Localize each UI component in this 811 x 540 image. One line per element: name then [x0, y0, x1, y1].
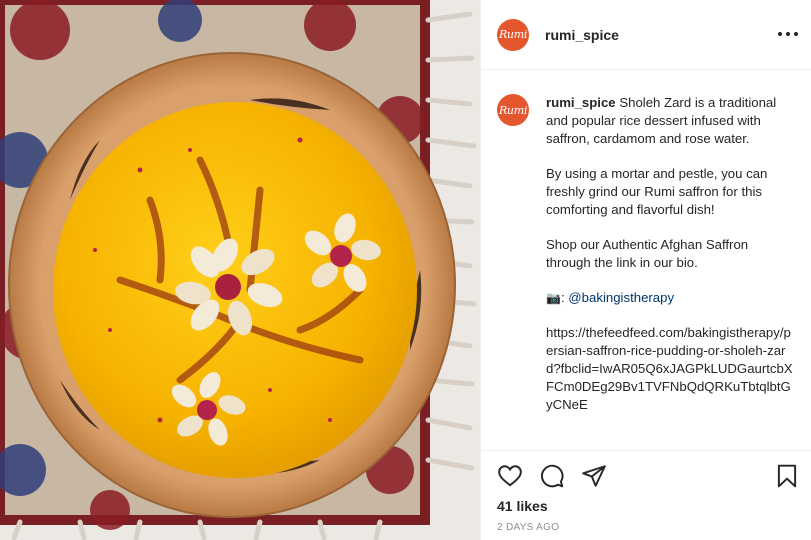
- photo-illustration: [0, 0, 480, 540]
- action-row: [497, 463, 607, 489]
- camera-icon: 📷: [546, 291, 561, 305]
- comment-icon[interactable]: [539, 463, 565, 489]
- post-side-panel: Rumi rumi_spice Rumi rumi_spice Sholeh Z…: [480, 0, 811, 540]
- heart-icon[interactable]: [497, 463, 523, 489]
- caption-area: Rumi rumi_spice Sholeh Zard is a traditi…: [481, 70, 811, 450]
- credit-colon: :: [560, 290, 565, 305]
- paper-plane-icon[interactable]: [581, 463, 607, 489]
- post-timestamp[interactable]: 2 DAYS AGO: [497, 522, 559, 533]
- credit-mention-link[interactable]: @bakingistherapy: [568, 290, 674, 305]
- caption-paragraph-3: Shop our Authentic Afghan Saffron throug…: [546, 237, 749, 270]
- header-username[interactable]: rumi_spice: [545, 27, 619, 43]
- caption-url: https://thefeedfeed.com/bakingistherapy/…: [546, 325, 793, 412]
- caption-avatar[interactable]: Rumi: [497, 94, 529, 126]
- avatar[interactable]: Rumi: [497, 18, 529, 51]
- likes-count[interactable]: 41 likes: [497, 498, 548, 514]
- caption-text: rumi_spice Sholeh Zard is a traditional …: [546, 94, 796, 414]
- post-photo[interactable]: [0, 0, 480, 540]
- caption-paragraph-2: By using a mortar and pestle, you can fr…: [546, 166, 768, 217]
- caption-row: Rumi rumi_spice Sholeh Zard is a traditi…: [497, 94, 796, 414]
- photo-credit: 📷: @bakingistherapy: [546, 289, 796, 307]
- post-header: Rumi rumi_spice: [481, 0, 811, 70]
- bookmark-icon[interactable]: [774, 463, 800, 489]
- post-actions: 41 likes 2 DAYS AGO: [481, 450, 811, 540]
- caption-username[interactable]: rumi_spice: [546, 95, 616, 110]
- more-options-icon[interactable]: [778, 26, 798, 42]
